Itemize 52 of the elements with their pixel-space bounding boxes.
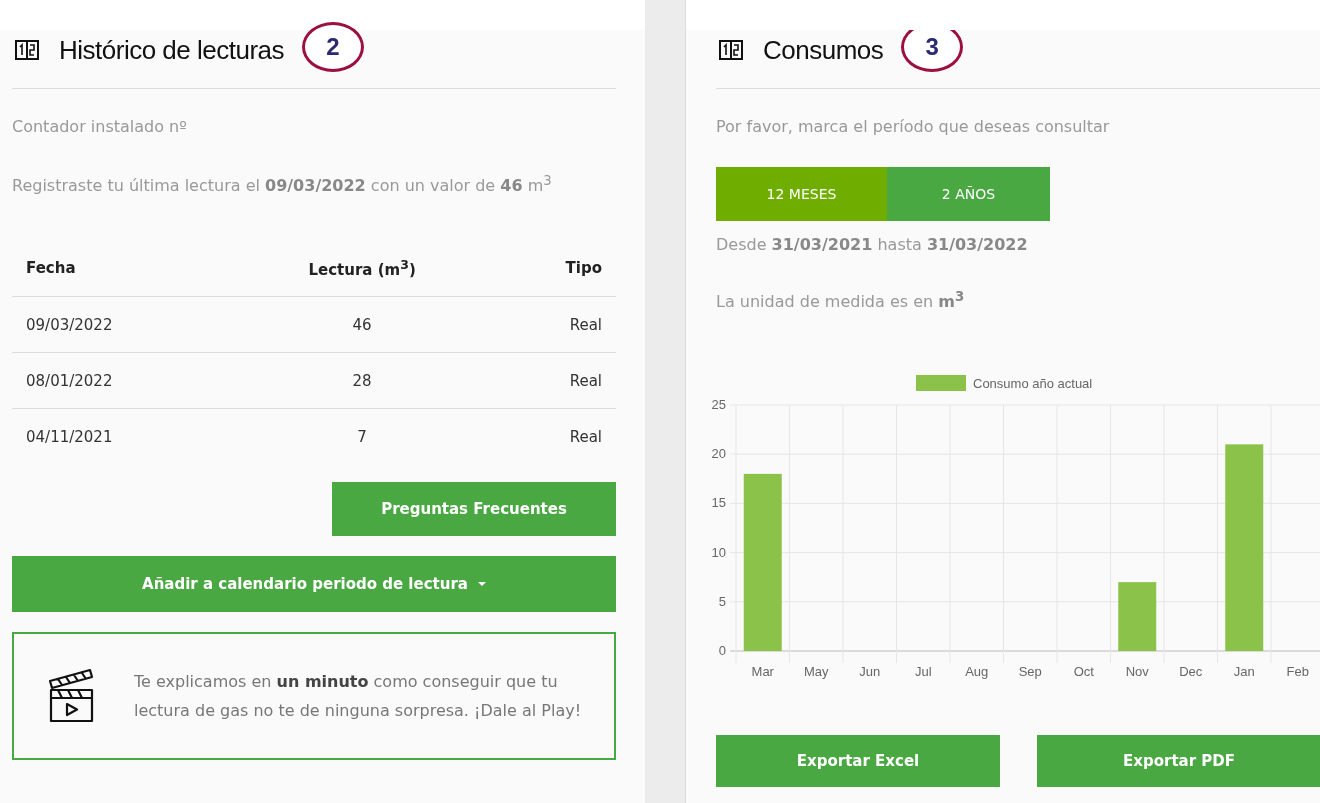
axis-tick-label: 10 <box>711 544 726 560</box>
axis-tick-label: Feb <box>1286 664 1309 680</box>
axis-tick-label: 20 <box>711 446 726 462</box>
section-title: Histórico de lecturas <box>59 34 285 66</box>
axis-tick-label: Jan <box>1233 664 1255 680</box>
period-prompt: Por favor, marca el período que deseas consultar <box>716 116 1111 138</box>
axis-tick-label: Mar <box>751 664 774 680</box>
table-cell: 7 <box>232 408 493 465</box>
chart-bar <box>1118 582 1157 652</box>
table-cell: Real <box>492 296 616 353</box>
number-badge: 3 <box>901 30 964 72</box>
date-range-text: Desde 31/03/2021 hasta 31/03/2022 <box>716 234 1029 256</box>
section-title: Consumos <box>763 34 884 66</box>
table-cell: 28 <box>232 352 493 409</box>
axis-tick-label: 0 <box>718 643 726 659</box>
axis-tick-label: Jun <box>859 664 881 680</box>
axis-tick-label: Aug <box>965 664 989 680</box>
column-header: Fecha <box>12 240 233 297</box>
video-card[interactable]: Te explicamos en un minuto como conseguir que tu lectura de gas no te de ninguna sorpresa. ¡Dale al Play! <box>12 632 616 761</box>
counter-icon <box>15 40 39 60</box>
axis-tick-label: Sep <box>1018 664 1042 680</box>
period-tab[interactable]: 12 MESES <box>716 167 887 221</box>
axis-tick-label: 15 <box>711 495 726 511</box>
export-button[interactable]: Exportar PDF <box>1037 735 1320 788</box>
column-header: Tipo <box>492 240 616 297</box>
axis-tick-label: Nov <box>1125 664 1149 680</box>
faq-button[interactable]: Preguntas Frecuentes <box>332 482 616 537</box>
last-reading-text: Registraste tu última lectura el 09/03/2022 con un valor de 46 m$^{3}$ <box>12 172 553 198</box>
axis-tick-label: May <box>803 664 829 680</box>
video-description: Te explicamos en un minuto como conseguir que tu lectura de gas no te de ninguna sorpresa. ¡Dale al Play! <box>134 671 583 723</box>
table-cell: 08/01/2022 <box>12 352 233 409</box>
table-cell: 46 <box>232 296 493 353</box>
chart-legend: Consumo año actual <box>916 375 1093 392</box>
axis-tick-label: Oct <box>1073 664 1094 680</box>
unit-text: La unidad de medida es en m$^{3}$ <box>716 288 966 314</box>
period-tab[interactable]: 2 AÑOS <box>887 167 1050 221</box>
table-cell: Real <box>492 408 616 465</box>
axis-tick-label: Dec <box>1179 664 1203 680</box>
column-header: Lectura (m$^{3}$) <box>232 240 493 297</box>
table-cell: 04/11/2021 <box>12 408 233 465</box>
export-button[interactable]: Exportar Excel <box>716 735 1000 788</box>
axis-tick-label: Jul <box>914 664 932 680</box>
axis-tick-label: 5 <box>718 594 726 610</box>
counter-icon <box>719 40 743 60</box>
number-badge: 2 <box>302 22 365 72</box>
legend-label: Consumo año actual <box>973 376 1093 392</box>
calendar-button[interactable]: Añadir a calendario periodo de lectura <box>12 556 616 613</box>
meter-label: Contador instalado nº <box>12 116 188 138</box>
caret-icon <box>477 581 486 587</box>
axis-tick-label: 25 <box>711 397 726 413</box>
table-cell: 09/03/2022 <box>12 296 233 353</box>
table-cell: Real <box>492 352 616 409</box>
